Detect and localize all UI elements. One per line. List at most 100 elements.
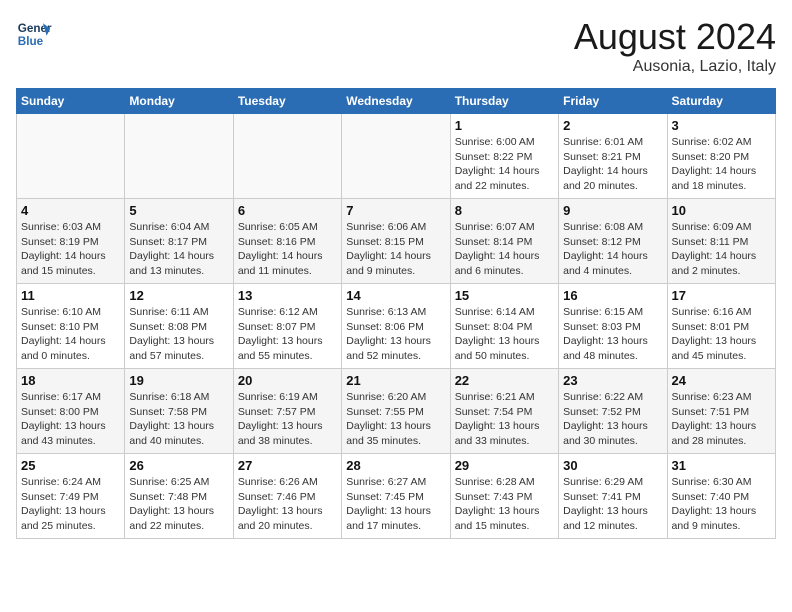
day-info: Sunrise: 6:29 AM Sunset: 7:41 PM Dayligh… <box>563 475 662 534</box>
day-info: Sunrise: 6:19 AM Sunset: 7:57 PM Dayligh… <box>238 390 337 449</box>
day-info: Sunrise: 6:18 AM Sunset: 7:58 PM Dayligh… <box>129 390 228 449</box>
calendar-cell: 28Sunrise: 6:27 AM Sunset: 7:45 PM Dayli… <box>342 454 450 539</box>
calendar-cell: 11 Sunrise: 6:10 AM Sunset: 8:10 PM Dayli… <box>17 284 125 369</box>
day-info: Sunrise: 6:30 AM Sunset: 7:40 PM Dayligh… <box>672 475 771 534</box>
calendar-cell: 8 Sunrise: 6:07 AM Sunset: 8:14 PM Daylig… <box>450 199 558 284</box>
day-number: 4 <box>21 203 120 218</box>
day-number: 26 <box>129 458 228 473</box>
day-number: 20 <box>238 373 337 388</box>
calendar-cell: 14 Sunrise: 6:13 AM Sunset: 8:06 PM Dayli… <box>342 284 450 369</box>
day-number: 23 <box>563 373 662 388</box>
day-info: Sunrise: 6:09 AM Sunset: 8:11 PM Dayligh… <box>672 220 771 279</box>
calendar-cell: 7Sunrise: 6:06 AM Sunset: 8:15 PM Daylig… <box>342 199 450 284</box>
calendar-header: Sunday Monday Tuesday Wednesday Thursday… <box>17 89 776 114</box>
day-number: 30 <box>563 458 662 473</box>
calendar-week-3: 11 Sunrise: 6:10 AM Sunset: 8:10 PM Dayli… <box>17 284 776 369</box>
calendar-cell: 12 Sunrise: 6:11 AM Sunset: 8:08 PM Dayli… <box>125 284 233 369</box>
day-info: Sunrise: 6:00 AM Sunset: 8:22 PM Dayligh… <box>455 135 554 194</box>
day-info: Sunrise: 6:20 AM Sunset: 7:55 PM Dayligh… <box>346 390 445 449</box>
header-saturday: Saturday <box>667 89 775 114</box>
title-block: August 2024 Ausonia, Lazio, Italy <box>574 16 776 76</box>
day-number: 2 <box>563 118 662 133</box>
header-thursday: Thursday <box>450 89 558 114</box>
day-info: Sunrise: 6:08 AM Sunset: 8:12 PM Dayligh… <box>563 220 662 279</box>
day-info: Sunrise: 6:04 AM Sunset: 8:17 PM Dayligh… <box>129 220 228 279</box>
day-number: 8 <box>455 203 554 218</box>
day-info: Sunrise: 6:16 AM Sunset: 8:01 PM Dayligh… <box>672 305 771 364</box>
day-number: 12 <box>129 288 228 303</box>
calendar-cell <box>17 114 125 199</box>
calendar-body: 1 Sunrise: 6:00 AM Sunset: 8:22 PM Daylig… <box>17 114 776 539</box>
day-info: Sunrise: 6:25 AM Sunset: 7:48 PM Dayligh… <box>129 475 228 534</box>
day-number: 3 <box>672 118 771 133</box>
logo-icon: General Blue <box>16 16 52 52</box>
day-number: 25 <box>21 458 120 473</box>
day-info: Sunrise: 6:24 AM Sunset: 7:49 PM Dayligh… <box>21 475 120 534</box>
header-sunday: Sunday <box>17 89 125 114</box>
day-number: 6 <box>238 203 337 218</box>
day-info: Sunrise: 6:07 AM Sunset: 8:14 PM Dayligh… <box>455 220 554 279</box>
day-info: Sunrise: 6:15 AM Sunset: 8:03 PM Dayligh… <box>563 305 662 364</box>
day-number: 31 <box>672 458 771 473</box>
calendar-week-1: 1 Sunrise: 6:00 AM Sunset: 8:22 PM Daylig… <box>17 114 776 199</box>
calendar-cell: 3 Sunrise: 6:02 AM Sunset: 8:20 PM Daylig… <box>667 114 775 199</box>
day-number: 10 <box>672 203 771 218</box>
day-info: Sunrise: 6:01 AM Sunset: 8:21 PM Dayligh… <box>563 135 662 194</box>
day-number: 13 <box>238 288 337 303</box>
day-info: Sunrise: 6:12 AM Sunset: 8:07 PM Dayligh… <box>238 305 337 364</box>
day-number: 11 <box>21 288 120 303</box>
calendar-week-5: 25 Sunrise: 6:24 AM Sunset: 7:49 PM Dayli… <box>17 454 776 539</box>
page-header: General Blue August 2024 Ausonia, Lazio,… <box>16 16 776 76</box>
calendar-cell: 23 Sunrise: 6:22 AM Sunset: 7:52 PM Dayli… <box>559 369 667 454</box>
day-info: Sunrise: 6:13 AM Sunset: 8:06 PM Dayligh… <box>346 305 445 364</box>
calendar-cell <box>233 114 341 199</box>
calendar-cell: 1 Sunrise: 6:00 AM Sunset: 8:22 PM Daylig… <box>450 114 558 199</box>
day-number: 9 <box>563 203 662 218</box>
calendar-cell: 27Sunrise: 6:26 AM Sunset: 7:46 PM Dayli… <box>233 454 341 539</box>
header-row: Sunday Monday Tuesday Wednesday Thursday… <box>17 89 776 114</box>
calendar-cell: 6 Sunrise: 6:05 AM Sunset: 8:16 PM Daylig… <box>233 199 341 284</box>
day-info: Sunrise: 6:10 AM Sunset: 8:10 PM Dayligh… <box>21 305 120 364</box>
day-number: 5 <box>129 203 228 218</box>
day-info: Sunrise: 6:23 AM Sunset: 7:51 PM Dayligh… <box>672 390 771 449</box>
day-info: Sunrise: 6:05 AM Sunset: 8:16 PM Dayligh… <box>238 220 337 279</box>
day-info: Sunrise: 6:22 AM Sunset: 7:52 PM Dayligh… <box>563 390 662 449</box>
calendar-week-2: 4Sunrise: 6:03 AM Sunset: 8:19 PM Daylig… <box>17 199 776 284</box>
header-friday: Friday <box>559 89 667 114</box>
day-info: Sunrise: 6:11 AM Sunset: 8:08 PM Dayligh… <box>129 305 228 364</box>
day-info: Sunrise: 6:02 AM Sunset: 8:20 PM Dayligh… <box>672 135 771 194</box>
day-number: 24 <box>672 373 771 388</box>
svg-text:Blue: Blue <box>18 35 44 48</box>
calendar-cell: 10 Sunrise: 6:09 AM Sunset: 8:11 PM Dayli… <box>667 199 775 284</box>
day-number: 1 <box>455 118 554 133</box>
calendar-cell: 16 Sunrise: 6:15 AM Sunset: 8:03 PM Dayli… <box>559 284 667 369</box>
day-info: Sunrise: 6:27 AM Sunset: 7:45 PM Dayligh… <box>346 475 445 534</box>
day-info: Sunrise: 6:17 AM Sunset: 8:00 PM Dayligh… <box>21 390 120 449</box>
day-number: 29 <box>455 458 554 473</box>
day-number: 18 <box>21 373 120 388</box>
calendar-cell: 13 Sunrise: 6:12 AM Sunset: 8:07 PM Dayli… <box>233 284 341 369</box>
day-number: 15 <box>455 288 554 303</box>
calendar-cell <box>342 114 450 199</box>
calendar-cell: 26 Sunrise: 6:25 AM Sunset: 7:48 PM Dayli… <box>125 454 233 539</box>
day-info: Sunrise: 6:14 AM Sunset: 8:04 PM Dayligh… <box>455 305 554 364</box>
header-wednesday: Wednesday <box>342 89 450 114</box>
calendar-cell: 19Sunrise: 6:18 AM Sunset: 7:58 PM Dayli… <box>125 369 233 454</box>
calendar-table: Sunday Monday Tuesday Wednesday Thursday… <box>16 88 776 539</box>
calendar-cell: 15 Sunrise: 6:14 AM Sunset: 8:04 PM Dayli… <box>450 284 558 369</box>
day-number: 21 <box>346 373 445 388</box>
calendar-cell: 20 Sunrise: 6:19 AM Sunset: 7:57 PM Dayli… <box>233 369 341 454</box>
calendar-week-4: 18 Sunrise: 6:17 AM Sunset: 8:00 PM Dayli… <box>17 369 776 454</box>
location-subtitle: Ausonia, Lazio, Italy <box>574 58 776 76</box>
header-tuesday: Tuesday <box>233 89 341 114</box>
day-info: Sunrise: 6:21 AM Sunset: 7:54 PM Dayligh… <box>455 390 554 449</box>
calendar-cell: 24 Sunrise: 6:23 AM Sunset: 7:51 PM Dayli… <box>667 369 775 454</box>
month-title: August 2024 <box>574 16 776 58</box>
day-number: 22 <box>455 373 554 388</box>
day-number: 16 <box>563 288 662 303</box>
calendar-cell: 29Sunrise: 6:28 AM Sunset: 7:43 PM Dayli… <box>450 454 558 539</box>
day-info: Sunrise: 6:06 AM Sunset: 8:15 PM Dayligh… <box>346 220 445 279</box>
calendar-cell <box>125 114 233 199</box>
calendar-cell: 4Sunrise: 6:03 AM Sunset: 8:19 PM Daylig… <box>17 199 125 284</box>
day-number: 14 <box>346 288 445 303</box>
